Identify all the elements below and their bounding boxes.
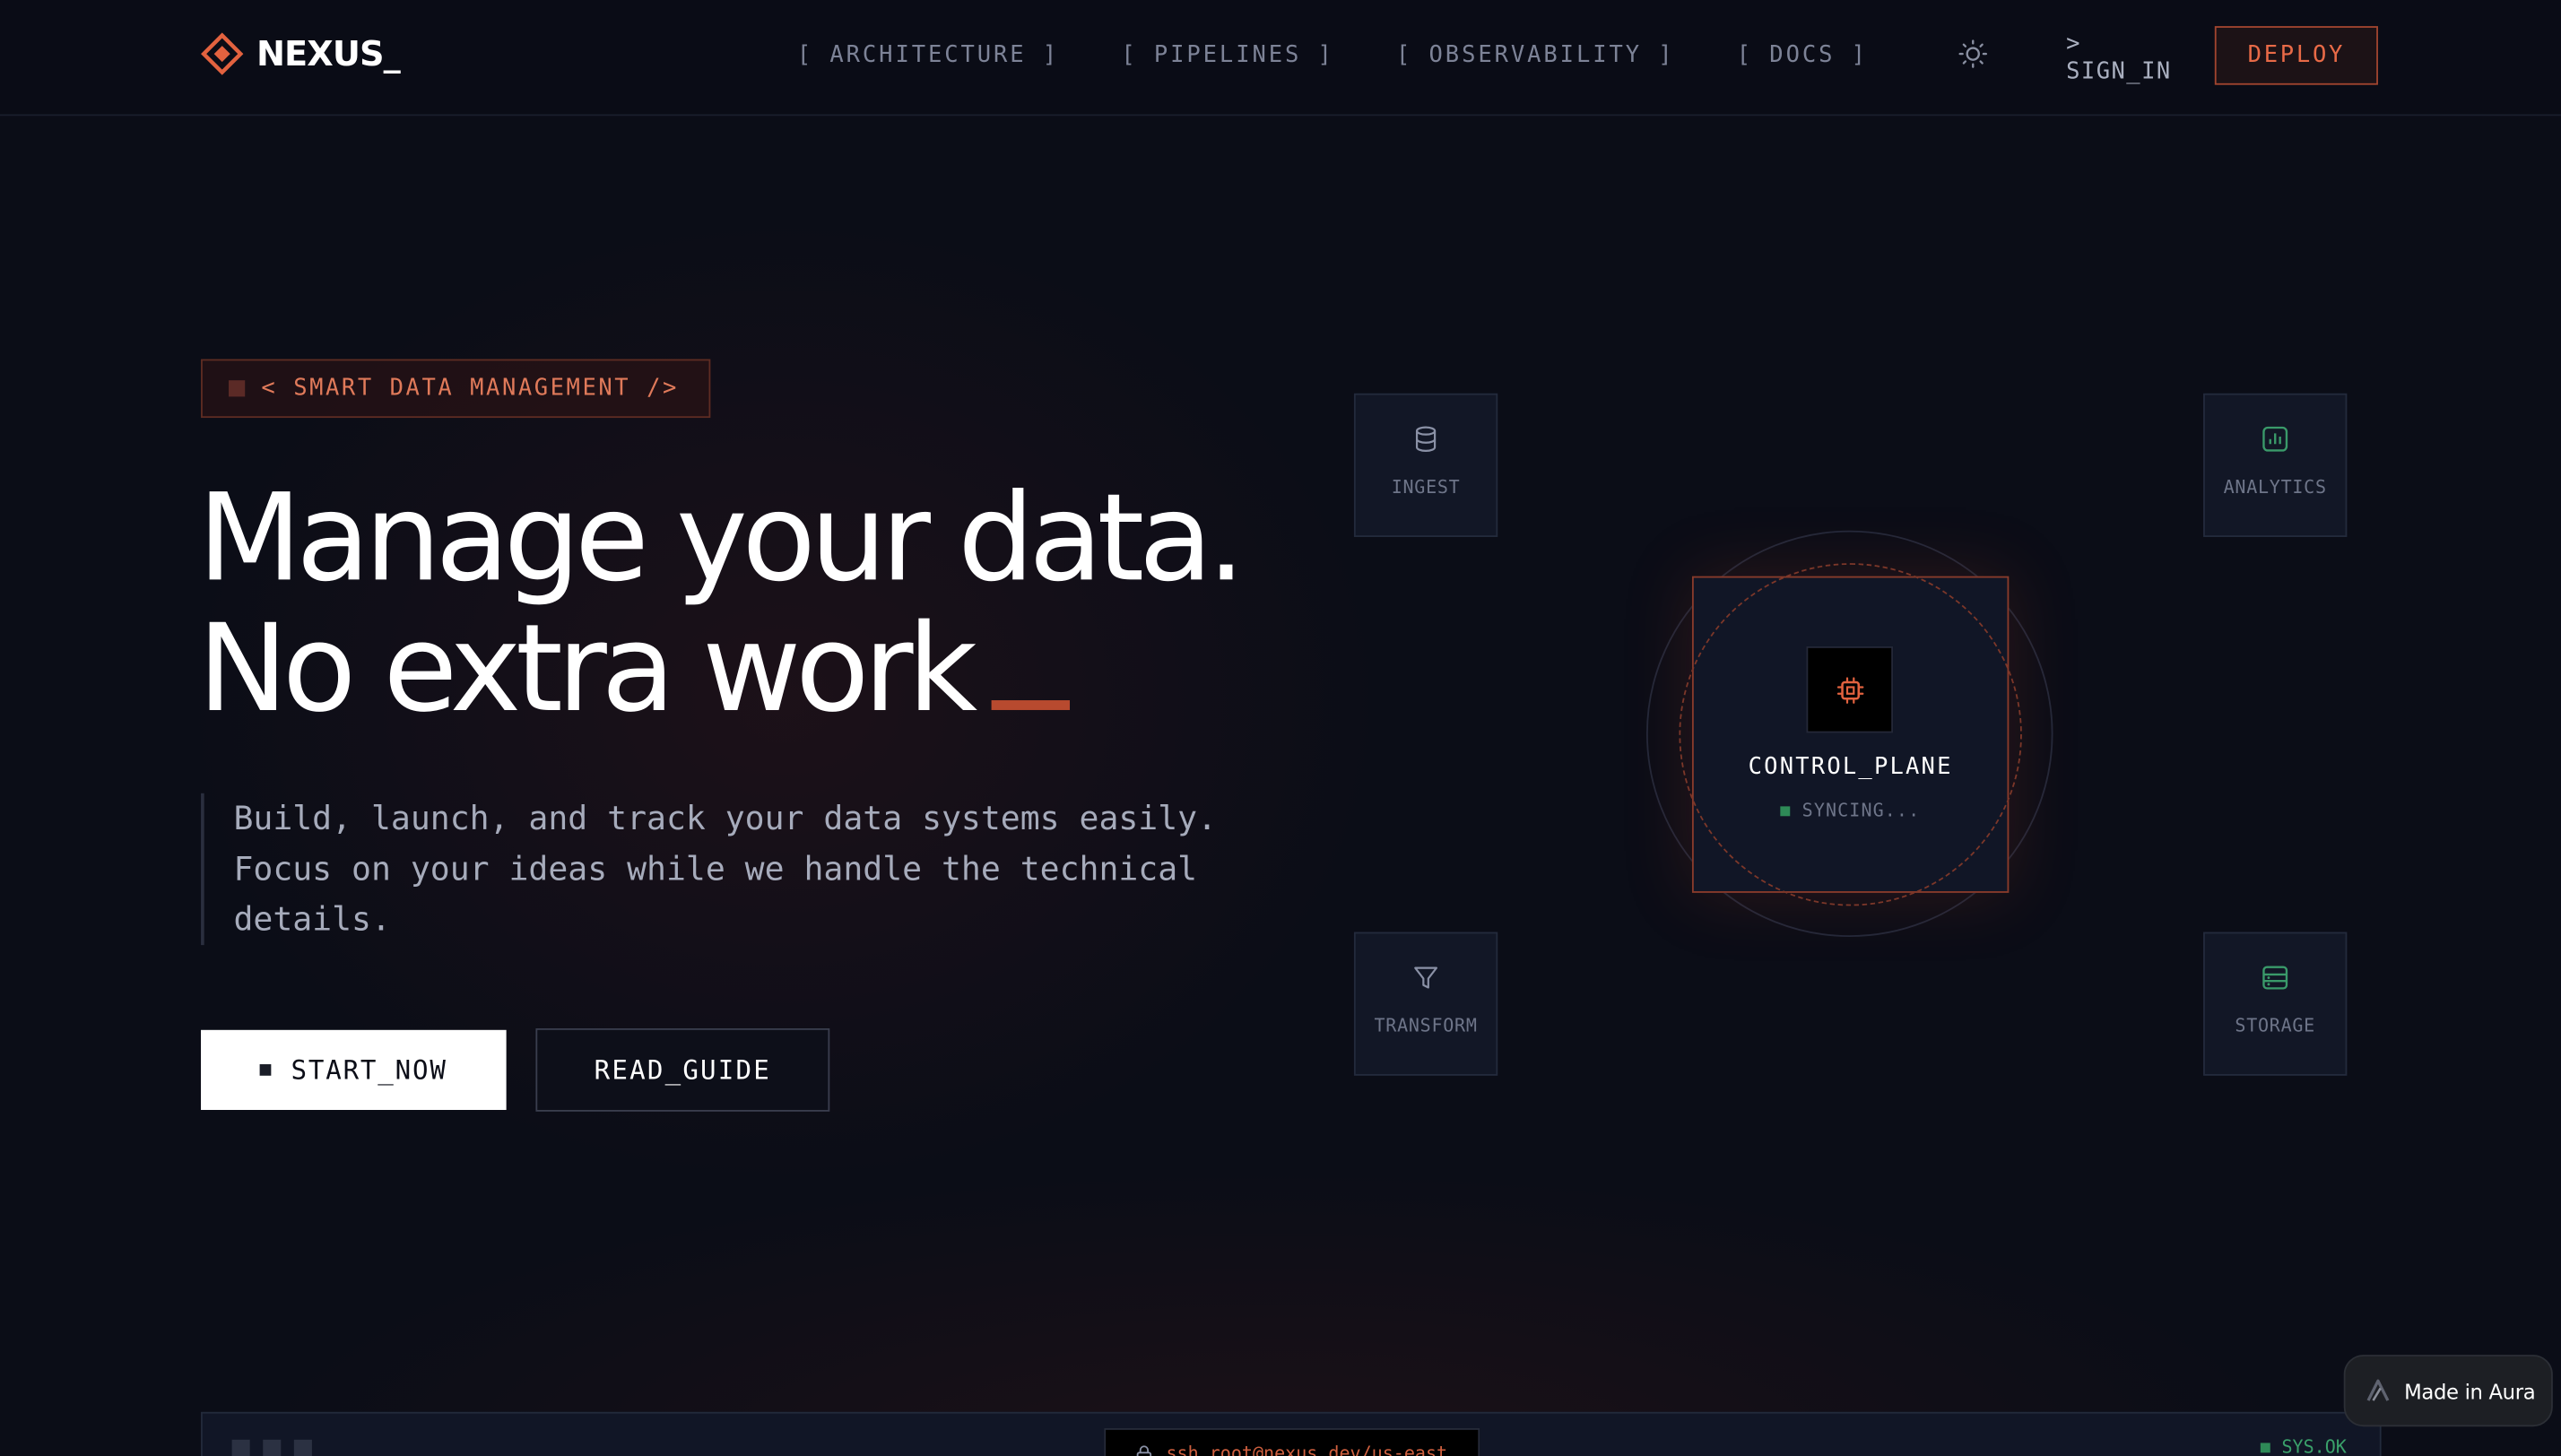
control-plane-title: CONTROL_PLANE: [1748, 754, 1953, 781]
hero-description: Build, launch, and track your data syste…: [201, 793, 1246, 946]
nav-link-architecture[interactable]: [ ARCHITECTURE ]: [797, 42, 1059, 68]
made-in-aura-badge[interactable]: Made in Aura: [2343, 1355, 2553, 1427]
chip-box: [1806, 646, 1894, 733]
hero-headline: Manage your data. No extra work: [197, 468, 1246, 735]
node-analytics-label: ANALYTICS: [2223, 476, 2327, 498]
bar-chart-icon: [2262, 426, 2288, 452]
start-now-label: START_NOW: [291, 1054, 447, 1086]
logo-text: NEXUS_: [256, 34, 401, 74]
terminal-address-text: ssh root@nexus.dev/us-east: [1166, 1442, 1448, 1456]
control-plane-status-text: SYNCING...: [1801, 800, 1921, 821]
made-in-aura-text: Made in Aura: [2404, 1378, 2536, 1403]
node-ingest-label: INGEST: [1391, 476, 1461, 498]
sign-in-link[interactable]: > SIGN_IN: [2066, 31, 2180, 87]
node-ingest[interactable]: INGEST: [1353, 393, 1498, 537]
node-storage[interactable]: STORAGE: [2203, 932, 2348, 1076]
storage-server-icon: [2262, 966, 2288, 990]
nav-link-pipelines[interactable]: [ PIPELINES ]: [1121, 42, 1333, 68]
lock-icon: [1136, 1444, 1152, 1456]
window-dot: [231, 1439, 250, 1456]
node-analytics[interactable]: ANALYTICS: [2203, 393, 2348, 537]
page: NEXUS_ [ ARCHITECTURE ] [ PIPELINES ] [ …: [0, 0, 2561, 1456]
status-dot-icon: [1781, 805, 1791, 816]
headline-line-2: No extra work: [197, 604, 1239, 735]
deploy-button[interactable]: DEPLOY: [2214, 26, 2378, 85]
aura-logo-icon: [2366, 1379, 2390, 1401]
top-nav: NEXUS_ [ ARCHITECTURE ] [ PIPELINES ] [ …: [0, 0, 2561, 117]
system-status-text: SYS.OK: [2281, 1436, 2347, 1456]
diamond-logo-icon: [201, 32, 244, 75]
window-dot: [263, 1439, 282, 1456]
headline-line-2-text: No extra work: [197, 599, 977, 740]
square-icon: [259, 1064, 272, 1076]
read-guide-button[interactable]: READ_GUIDE: [535, 1027, 830, 1112]
headline-line-1: Manage your data.: [197, 468, 1246, 610]
node-transform[interactable]: TRANSFORM: [1353, 932, 1498, 1076]
nav-link-docs[interactable]: [ DOCS ]: [1737, 42, 1868, 68]
terminal-window: ssh root@nexus.dev/us-east SYS.OK: [201, 1411, 2382, 1456]
hero-badge: < SMART DATA MANAGEMENT />: [201, 359, 710, 419]
logo[interactable]: NEXUS_: [201, 32, 401, 75]
window-dot: [293, 1439, 312, 1456]
cursor-bar: [991, 700, 1071, 710]
nav-links: [ ARCHITECTURE ] [ PIPELINES ] [ OBSERVA…: [797, 42, 1868, 68]
node-transform-label: TRANSFORM: [1374, 1015, 1478, 1037]
dashed-ring: [1679, 563, 2022, 906]
database-icon: [1415, 426, 1437, 452]
terminal-address-bar: ssh root@nexus.dev/us-east: [1104, 1428, 1480, 1456]
window-dots: [231, 1439, 312, 1456]
node-storage-label: STORAGE: [2235, 1015, 2315, 1037]
nav-link-observability[interactable]: [ OBSERVABILITY ]: [1396, 42, 1675, 68]
badge-text: < SMART DATA MANAGEMENT />: [261, 375, 679, 402]
control-plane-status: SYNCING...: [1692, 800, 2009, 821]
sun-icon[interactable]: [1958, 39, 1988, 69]
system-status: SYS.OK: [2260, 1436, 2347, 1456]
filter-icon: [1414, 966, 1438, 989]
cpu-chip-icon: [1836, 676, 1863, 703]
start-now-button[interactable]: START_NOW: [201, 1029, 507, 1111]
status-dot-icon: [2260, 1442, 2270, 1452]
badge-square-icon: [228, 380, 246, 397]
